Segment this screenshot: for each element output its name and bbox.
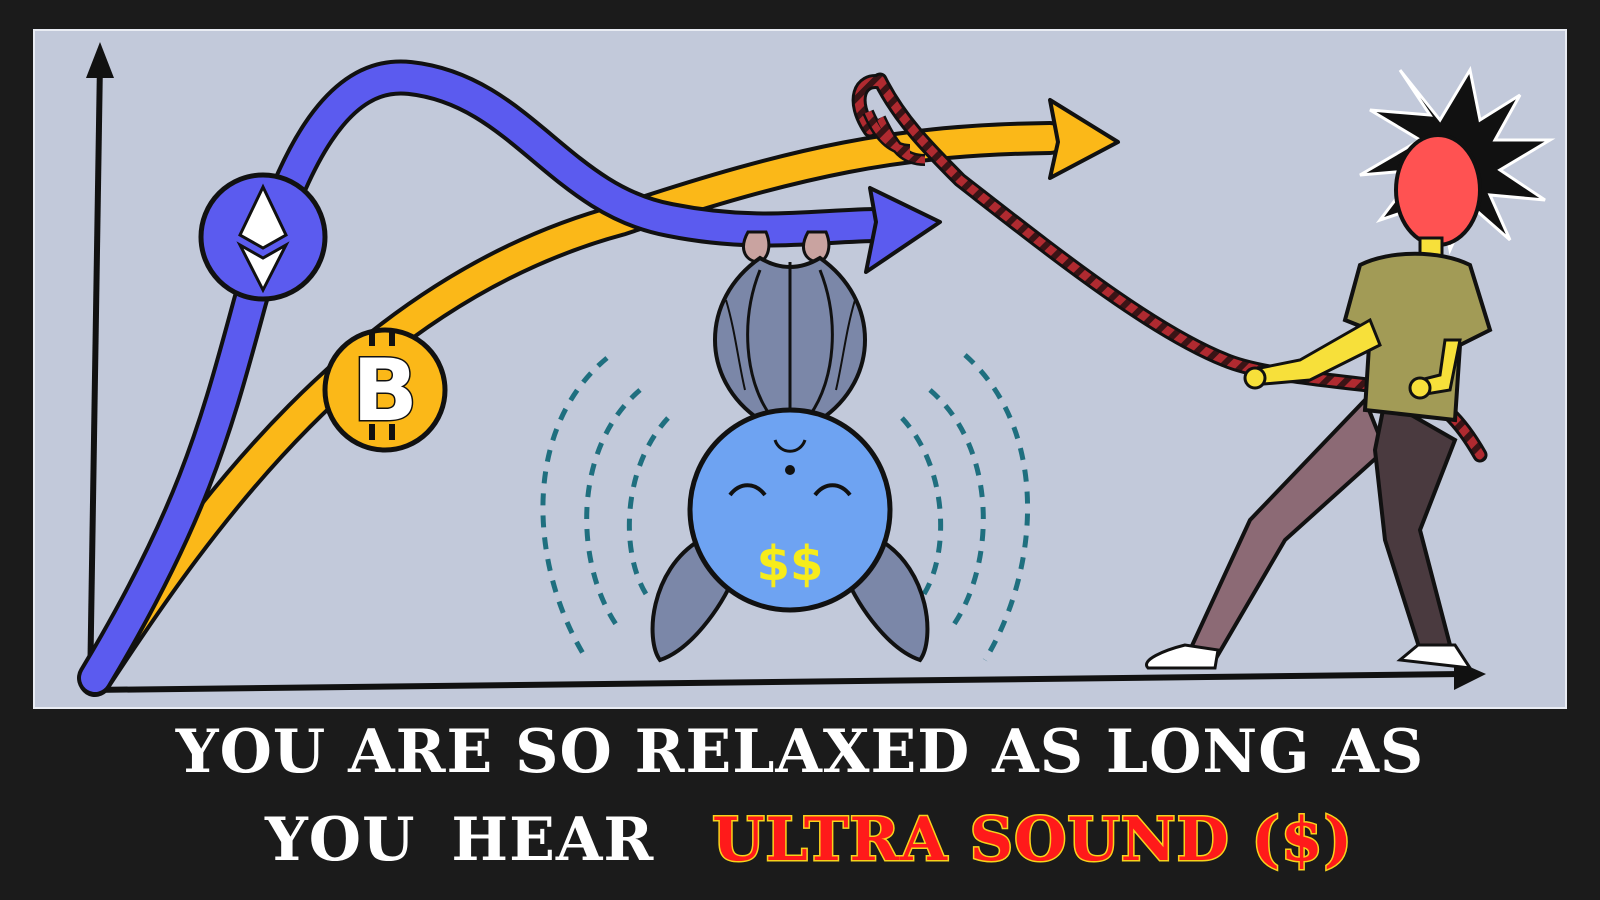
eth-coin: [198, 172, 328, 302]
caption-word-you: YOU: [264, 805, 416, 875]
bitcoin-icon: B: [352, 341, 418, 441]
x-axis: [89, 671, 1463, 693]
caption-line-1: YOU ARE SO RELAXED AS LONG AS: [175, 717, 1425, 787]
arm-left: [1248, 317, 1382, 387]
caption-line-2: YOU HEAR ULTRA SOUND ($): [0, 800, 1600, 880]
btc-coin: B: [322, 327, 448, 453]
face: [1394, 133, 1482, 247]
bat-foot-left: [742, 230, 771, 264]
bat-foot-right: [802, 230, 831, 264]
bat-character: $$: [650, 230, 930, 663]
btc-arrowhead: [1048, 98, 1120, 180]
shoe-right: [1396, 643, 1473, 670]
leg-left: [1187, 396, 1388, 663]
hand-right: [1408, 376, 1432, 400]
bat-dollar-signs: $$: [757, 536, 824, 592]
meme-stage: B $$ YOU ARE SO RELAXED AS LONG AS YOU H…: [0, 0, 1600, 900]
hand-left: [1243, 366, 1267, 390]
eth-arrowhead: [864, 186, 942, 274]
caption-word-hear: HEAR: [451, 805, 655, 875]
man-pulling-rope: [1144, 65, 1556, 670]
y-axis: [87, 61, 103, 691]
caption-highlight-ultra-sound: ULTRA SOUND ($): [711, 804, 1354, 877]
y-axis-arrow: [86, 42, 114, 78]
leg-right: [1372, 396, 1458, 653]
shoe-left: [1144, 643, 1220, 670]
